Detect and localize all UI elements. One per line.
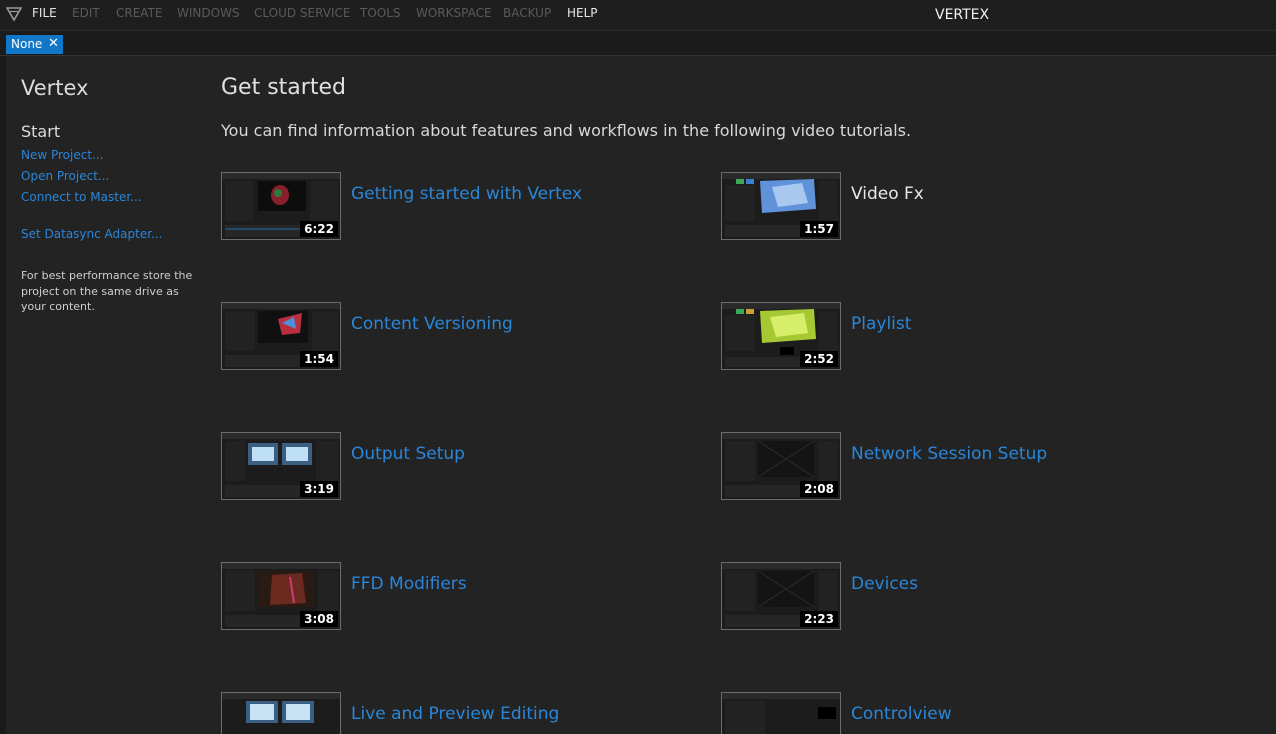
menu-edit[interactable]: EDIT	[72, 6, 100, 20]
set-datasync-adapter-link[interactable]: Set Datasync Adapter...	[21, 227, 163, 241]
menu-windows[interactable]: WINDOWS	[177, 6, 240, 20]
page-description: You can find information about features …	[221, 121, 912, 140]
video-duration: 1:57	[800, 221, 838, 237]
video-thumbnail[interactable]: 1:54	[221, 302, 341, 370]
video-title[interactable]: Network Session Setup	[851, 444, 1047, 464]
video-item-live-and-preview-editing[interactable]: Live and Preview Editing	[221, 692, 671, 734]
video-thumbnail[interactable]	[221, 692, 341, 734]
left-edge-panel	[0, 56, 6, 734]
video-title[interactable]: Controlview	[851, 704, 952, 724]
video-item-content-versioning[interactable]: 1:54 Content Versioning	[221, 302, 671, 370]
video-duration: 1:54	[300, 351, 338, 367]
video-thumbnail[interactable]: 3:08	[221, 562, 341, 630]
app-title: VERTEX	[935, 7, 990, 23]
video-duration: 2:52	[800, 351, 838, 367]
video-item-devices[interactable]: 2:23 Devices	[721, 562, 1171, 630]
tab-label: None	[11, 37, 43, 51]
menu-cloud-service[interactable]: CLOUD SERVICE	[254, 6, 351, 20]
video-item-output-setup[interactable]: 3:19 Output Setup	[221, 432, 671, 500]
menu-backup[interactable]: BACKUP	[503, 6, 551, 20]
video-duration: 3:08	[300, 611, 338, 627]
tab-bar: None ✕	[0, 31, 1276, 56]
close-icon[interactable]: ✕	[48, 36, 59, 51]
video-thumbnail[interactable]: 1:57	[721, 172, 841, 240]
page-title: Get started	[221, 75, 346, 100]
video-title[interactable]: FFD Modifiers	[351, 574, 467, 594]
menu-tools[interactable]: TOOLS	[360, 6, 401, 20]
tab-none[interactable]: None ✕	[6, 35, 63, 54]
video-thumbnail[interactable]: 3:19	[221, 432, 341, 500]
video-title[interactable]: Live and Preview Editing	[351, 704, 559, 724]
menu-bar: FILE EDIT CREATE WINDOWS CLOUD SERVICE T…	[0, 0, 1276, 31]
video-item-video-fx[interactable]: 1:57 Video Fx	[721, 172, 1171, 240]
video-item-getting-started[interactable]: 6:22 Getting started with Vertex	[221, 172, 671, 240]
menu-create[interactable]: CREATE	[116, 6, 163, 20]
video-thumbnail[interactable]: 2:52	[721, 302, 841, 370]
menu-file[interactable]: FILE	[32, 6, 57, 20]
video-item-playlist[interactable]: 2:52 Playlist	[721, 302, 1171, 370]
video-item-network-session-setup[interactable]: 2:08 Network Session Setup	[721, 432, 1171, 500]
open-project-link[interactable]: Open Project...	[21, 169, 109, 183]
performance-note: For best performance store the project o…	[21, 269, 193, 313]
video-item-ffd-modifiers[interactable]: 3:08 FFD Modifiers	[221, 562, 671, 630]
menu-help[interactable]: HELP	[567, 6, 598, 20]
video-title[interactable]: Video Fx	[851, 184, 924, 204]
new-project-link[interactable]: New Project...	[21, 148, 104, 162]
video-title[interactable]: Devices	[851, 574, 918, 594]
video-thumbnail[interactable]: 2:08	[721, 432, 841, 500]
video-duration: 3:19	[300, 481, 338, 497]
video-title[interactable]: Getting started with Vertex	[351, 184, 582, 204]
vertex-logo-icon[interactable]	[6, 6, 22, 22]
video-title[interactable]: Playlist	[851, 314, 911, 334]
video-item-controlview[interactable]: Controlview	[721, 692, 1171, 734]
video-thumbnail[interactable]: 6:22	[221, 172, 341, 240]
video-thumbnail[interactable]	[721, 692, 841, 734]
sidebar-title: Vertex	[21, 76, 89, 100]
video-thumbnail[interactable]: 2:23	[721, 562, 841, 630]
menu-workspace[interactable]: WORKSPACE	[416, 6, 492, 20]
video-duration: 2:08	[800, 481, 838, 497]
sidebar-section-start: Start	[21, 122, 61, 141]
video-duration: 2:23	[800, 611, 838, 627]
video-title[interactable]: Content Versioning	[351, 314, 513, 334]
video-title[interactable]: Output Setup	[351, 444, 465, 464]
connect-to-master-link[interactable]: Connect to Master...	[21, 190, 142, 204]
video-duration: 6:22	[300, 221, 338, 237]
